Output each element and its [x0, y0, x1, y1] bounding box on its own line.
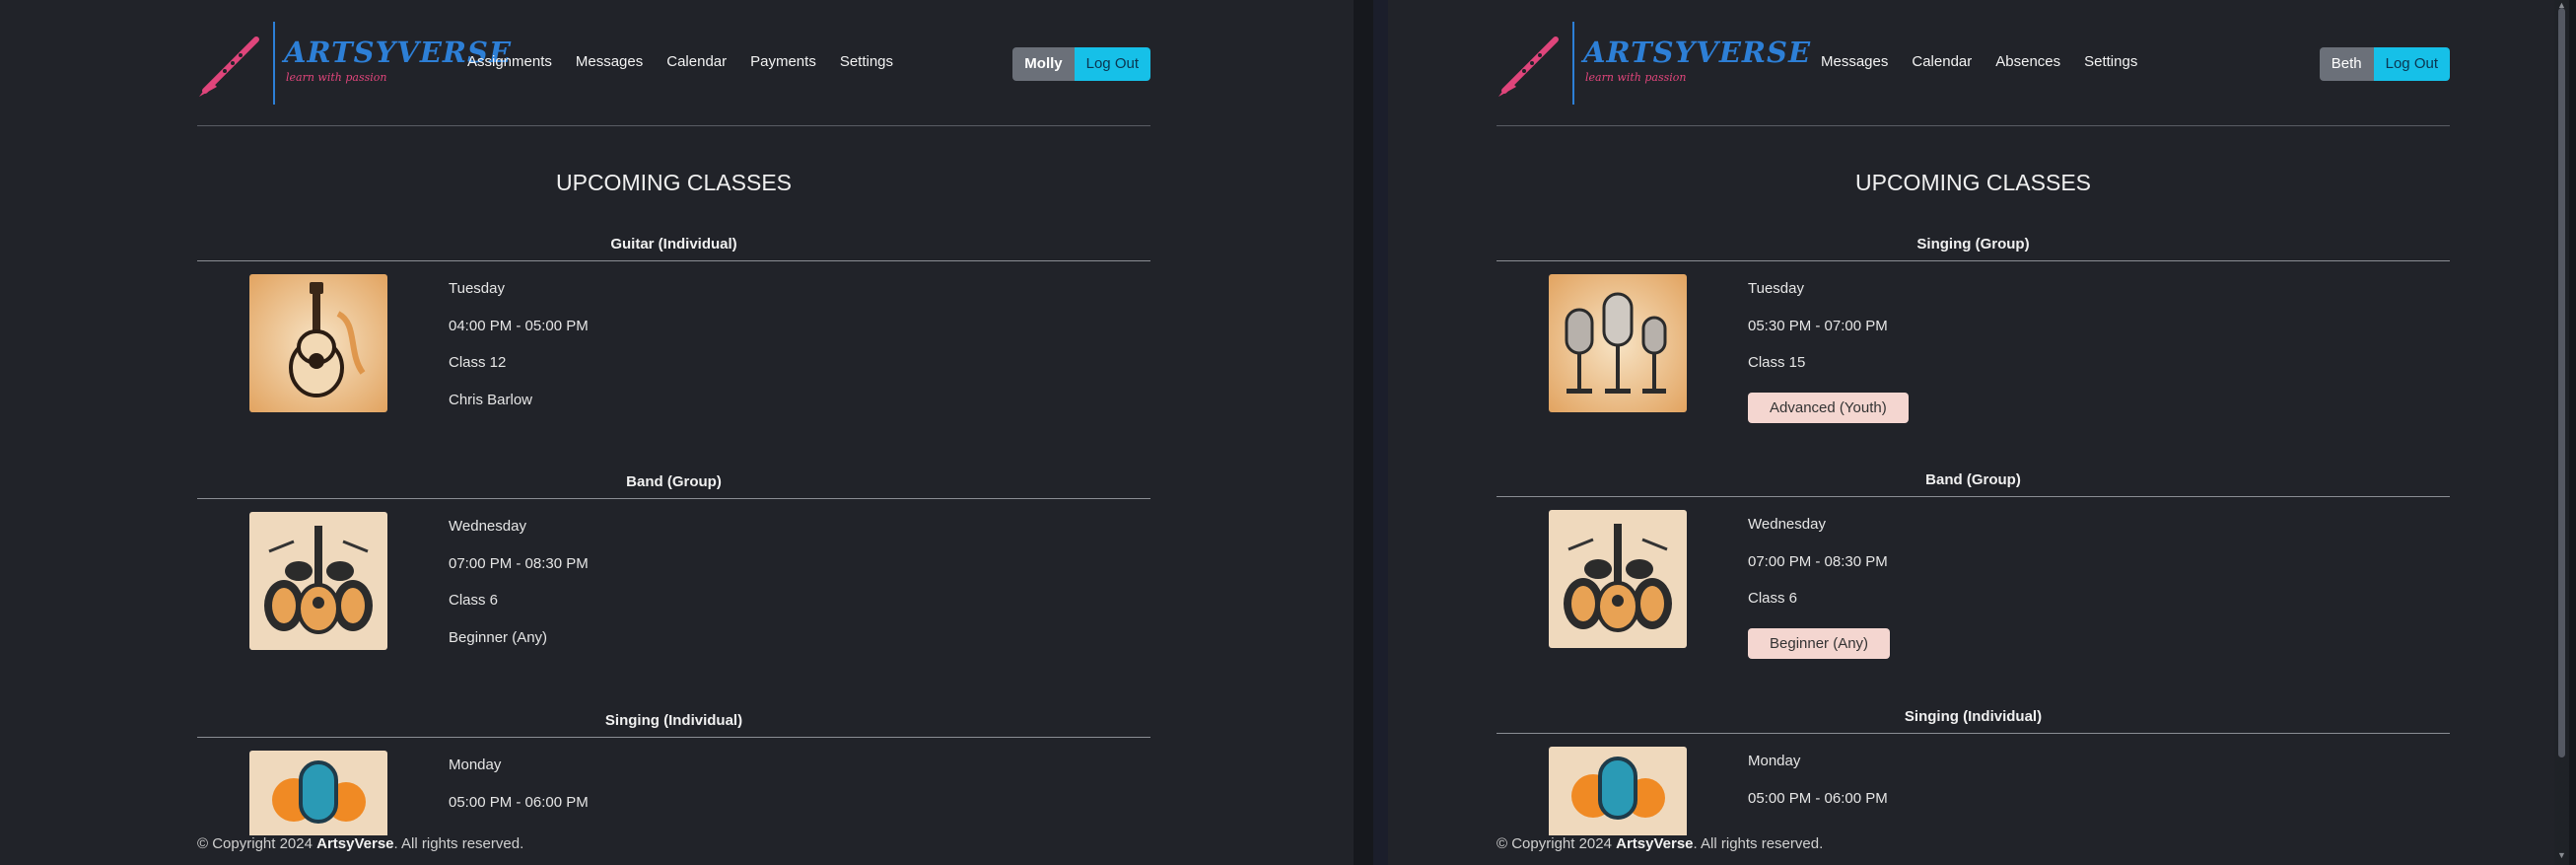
- logo-divider: [273, 22, 275, 105]
- class-divider: [1497, 733, 2450, 734]
- logo[interactable]: ARTSYVERSE learn with passion: [197, 22, 511, 105]
- class-info: Tuesday 04:00 PM - 05:00 PM Class 12 Chr…: [449, 280, 589, 428]
- class-teacher: Chris Barlow: [449, 391, 533, 408]
- class-time: 07:00 PM - 08:30 PM: [449, 554, 589, 572]
- left-window: ARTSYVERSE learn with passion Assignment…: [0, 0, 1354, 865]
- class-room: Class 6: [449, 592, 499, 609]
- guitar-icon: [249, 274, 387, 412]
- logo-divider: [1572, 22, 1574, 105]
- left-content: ARTSYVERSE learn with passion Assignment…: [197, 0, 1150, 865]
- class-day: Tuesday: [1748, 280, 1804, 297]
- nav-calendar[interactable]: Calendar: [1912, 53, 1972, 70]
- class-name: Guitar (Individual): [610, 236, 737, 252]
- class-divider: [1497, 260, 2450, 261]
- level-button[interactable]: Beginner (Any): [1748, 627, 1891, 659]
- nav-assignments[interactable]: Assignments: [467, 53, 552, 70]
- class-time: 05:00 PM - 06:00 PM: [1748, 789, 1888, 807]
- header: ARTSYVERSE learn with passion Messages C…: [1497, 22, 2450, 105]
- logout-button[interactable]: Log Out: [1074, 47, 1150, 81]
- class-divider: [197, 737, 1150, 738]
- logout-button[interactable]: Log Out: [2373, 47, 2450, 81]
- nav-payments[interactable]: Payments: [750, 53, 816, 70]
- header-divider: [197, 125, 1150, 126]
- class-time: 05:00 PM - 06:00 PM: [449, 793, 589, 811]
- class-day: Tuesday: [449, 280, 505, 297]
- class-day: Monday: [1748, 753, 1801, 769]
- class-time: 04:00 PM - 05:00 PM: [449, 317, 589, 334]
- class-info: Wednesday 07:00 PM - 08:30 PM Class 6 Be…: [449, 518, 589, 666]
- footer-prefix: © Copyright 2024: [1497, 835, 1617, 852]
- class-divider: [197, 260, 1150, 261]
- class-info: Monday 05:00 PM - 06:00 PM: [1748, 753, 1888, 827]
- footer-prefix: © Copyright 2024: [197, 835, 317, 852]
- logo-tagline: learn with passion: [1585, 71, 1687, 84]
- class-room: Class 6: [1748, 590, 1798, 607]
- band-icon: [1549, 510, 1687, 648]
- level-button[interactable]: Advanced (Youth): [1748, 392, 1909, 423]
- scroll-down-icon[interactable]: ▼: [2557, 850, 2566, 860]
- right-content: ARTSYVERSE learn with passion Messages C…: [1497, 0, 2450, 865]
- class-info: Wednesday 07:00 PM - 08:30 PM Class 6 Be…: [1748, 516, 1891, 664]
- footer-suffix: . All rights reserved.: [1693, 835, 1824, 852]
- class-name: Band (Group): [626, 473, 722, 490]
- footer-brand: ArtsyVerse: [1616, 835, 1694, 852]
- band-icon: [249, 512, 387, 650]
- nav-settings[interactable]: Settings: [2084, 53, 2137, 70]
- microphones-icon: [1549, 274, 1687, 412]
- main-nav: Messages Calendar Absences Settings: [1821, 53, 2137, 70]
- class-level: Beginner (Any): [449, 628, 548, 646]
- footer: © Copyright 2024 ArtsyVerse. All rights …: [197, 835, 1150, 865]
- scrollbar[interactable]: ▲ ▼: [2554, 0, 2569, 865]
- class-room: Class 15: [1748, 354, 1806, 371]
- nav-messages[interactable]: Messages: [1821, 53, 1888, 70]
- logo-title: ARTSYVERSE: [1583, 36, 1812, 69]
- class-name: Singing (Individual): [1904, 708, 2043, 725]
- class-day: Monday: [449, 757, 502, 773]
- class-room: Class 12: [449, 354, 507, 371]
- main-nav: Assignments Messages Calendar Payments S…: [467, 53, 893, 70]
- class-info: Monday 05:00 PM - 06:00 PM: [449, 757, 589, 830]
- class-name: Singing (Group): [1916, 236, 2030, 252]
- section-title: UPCOMING CLASSES: [1855, 170, 2091, 195]
- user-button[interactable]: Beth: [2319, 47, 2374, 81]
- user-button-group: Molly Log Out: [1012, 47, 1150, 81]
- class-day: Wednesday: [449, 518, 526, 535]
- right-window: ARTSYVERSE learn with passion Messages C…: [1388, 0, 2569, 865]
- window-divider: [1373, 0, 1388, 865]
- user-button[interactable]: Molly: [1012, 47, 1075, 81]
- nav-messages[interactable]: Messages: [576, 53, 643, 70]
- header: ARTSYVERSE learn with passion Assignment…: [197, 22, 1150, 105]
- class-time: 07:00 PM - 08:30 PM: [1748, 552, 1888, 570]
- user-button-group: Beth Log Out: [2319, 47, 2450, 81]
- header-divider: [1497, 125, 2450, 126]
- class-info: Tuesday 05:30 PM - 07:00 PM Class 15 Adv…: [1748, 280, 1909, 428]
- footer-brand: ArtsyVerse: [316, 835, 394, 852]
- class-name: Singing (Individual): [604, 712, 743, 729]
- nav-calendar[interactable]: Calendar: [666, 53, 727, 70]
- class-divider: [197, 498, 1150, 499]
- footer: © Copyright 2024 ArtsyVerse. All rights …: [1497, 835, 2450, 865]
- section-title: UPCOMING CLASSES: [556, 170, 792, 195]
- scroll-thumb[interactable]: [2558, 8, 2565, 757]
- logo-tagline: learn with passion: [286, 71, 387, 84]
- nav-absences[interactable]: Absences: [1995, 53, 2060, 70]
- nav-settings[interactable]: Settings: [840, 53, 893, 70]
- footer-suffix: . All rights reserved.: [393, 835, 524, 852]
- logo[interactable]: ARTSYVERSE learn with passion: [1497, 22, 1810, 105]
- clarinet-icon: [1498, 36, 1559, 97]
- class-day: Wednesday: [1748, 516, 1826, 533]
- class-time: 05:30 PM - 07:00 PM: [1748, 317, 1888, 334]
- clarinet-icon: [199, 36, 259, 97]
- class-divider: [1497, 496, 2450, 497]
- class-name: Band (Group): [1925, 471, 2021, 488]
